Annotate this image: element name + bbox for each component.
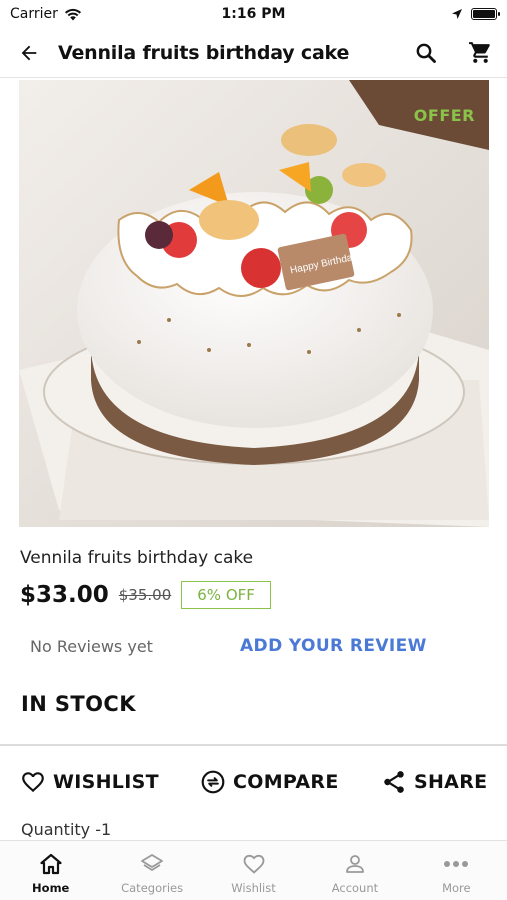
divider: [0, 744, 507, 746]
tab-label: More: [442, 881, 471, 895]
status-bar: Carrier 1:16 PM: [0, 0, 507, 28]
layers-icon: [141, 854, 164, 871]
tab-label: Account: [331, 881, 379, 895]
battery-icon: [471, 8, 500, 20]
carrier-label: Carrier: [10, 6, 58, 22]
person-icon: [346, 855, 364, 873]
share-icon: [384, 771, 404, 793]
cake-image: Happy Birthday: [19, 80, 489, 527]
tab-home[interactable]: Home: [0, 841, 101, 900]
wifi-icon: [64, 8, 81, 20]
more-icon: [444, 861, 469, 867]
compare-button[interactable]: COMPARE: [200, 760, 339, 804]
tab-account[interactable]: Account: [304, 841, 405, 900]
heart-outline-icon: [22, 772, 44, 793]
heart-icon: [243, 854, 264, 874]
wishlist-button[interactable]: WISHLIST: [20, 760, 159, 804]
price-row: $33.00 $35.00 6% OFF: [20, 578, 271, 612]
page-title: Vennila fruits birthday cake: [58, 41, 350, 64]
tab-label: Categories: [121, 881, 184, 895]
wishlist-label: WISHLIST: [53, 771, 159, 793]
share-label: SHARE: [414, 771, 488, 793]
tab-label: Home: [32, 881, 70, 895]
tab-categories[interactable]: Categories: [101, 841, 202, 900]
share-button[interactable]: SHARE: [381, 760, 487, 804]
compare-icon: [201, 770, 225, 794]
search-icon: [416, 43, 436, 63]
reviews-row: No Reviews yet ADD YOUR REVIEW: [0, 628, 507, 664]
cart-icon: [468, 42, 490, 63]
location-arrow-icon: [452, 9, 462, 19]
bottom-tab-bar: Home Categories Wishlist Account More: [0, 840, 507, 900]
search-button[interactable]: [399, 28, 453, 78]
quantity-label: Quantity -1: [21, 820, 112, 839]
actions-row: WISHLIST COMPARE SHARE: [0, 760, 507, 804]
tab-label: Wishlist: [231, 881, 276, 895]
offer-label: OFFER: [413, 106, 475, 125]
stock-status: IN STOCK: [21, 692, 136, 716]
tab-more[interactable]: More: [406, 841, 507, 900]
home-icon: [40, 853, 62, 875]
back-button[interactable]: [0, 28, 58, 78]
current-price: $33.00: [20, 582, 109, 608]
product-name: Vennila fruits birthday cake: [20, 548, 254, 568]
add-review-button[interactable]: ADD YOUR REVIEW: [240, 636, 427, 656]
discount-badge: 6% OFF: [181, 581, 271, 609]
cart-button[interactable]: [453, 28, 507, 78]
reviews-status: No Reviews yet: [30, 636, 153, 656]
arrow-back-icon: [21, 45, 37, 60]
compare-label: COMPARE: [233, 771, 339, 793]
tab-wishlist[interactable]: Wishlist: [203, 841, 304, 900]
app-bar: Vennila fruits birthday cake: [0, 28, 507, 78]
product-image[interactable]: Happy Birthday OFFER: [19, 80, 489, 527]
original-price: $35.00: [118, 586, 172, 604]
